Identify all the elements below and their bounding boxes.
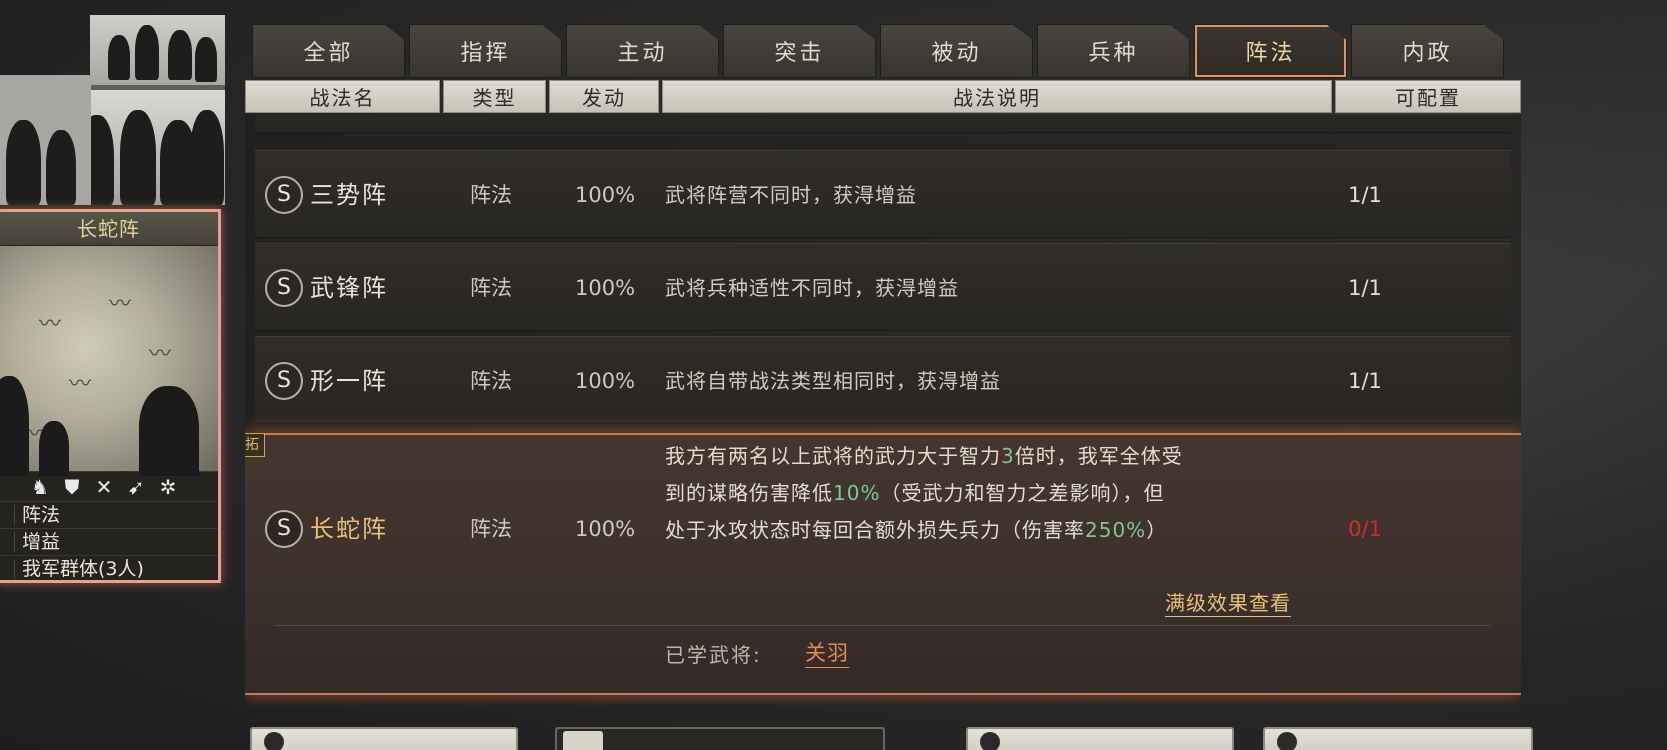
search-input[interactable] xyxy=(555,727,885,750)
header-name[interactable]: 战法名 xyxy=(245,80,440,113)
tactic-name: 形一阵 xyxy=(310,367,388,395)
spear-icon: ➹ xyxy=(127,474,145,499)
tactic-rate: 100% xyxy=(575,517,636,541)
soldier-banner xyxy=(90,15,225,205)
tactic-long-desc: 我方有两名以上武将的武力大于智力3倍时，我军全体受 到的谋略伤害降低10%（受武… xyxy=(665,444,1183,542)
card-illustration: 〰 〰 〰 〰 〰 xyxy=(0,246,218,476)
tab-command[interactable]: 指挥 xyxy=(409,24,562,78)
full-effect-link[interactable]: 满级效果查看 xyxy=(1165,587,1291,617)
tab-troop[interactable]: 兵种 xyxy=(1037,24,1190,78)
grade-s-icon: S xyxy=(265,176,303,214)
learned-general-link[interactable]: 关羽 xyxy=(805,637,849,668)
tactic-count: 1/1 xyxy=(1348,369,1382,393)
card-title: 长蛇阵 xyxy=(0,212,218,246)
tactic-type: 阵法 xyxy=(470,369,512,393)
tactic-desc: 武将阵营不同时，获淂增益 xyxy=(665,183,917,207)
tactic-name: 三势阵 xyxy=(310,181,388,209)
tactic-count: 1/1 xyxy=(1348,276,1382,300)
tactic-list[interactable]: S 三势阵 阵法 100% 武将阵营不同时，获淂增益 1/1 S 武锋阵 阵法 … xyxy=(245,115,1521,705)
selected-tactic-row[interactable]: 拓 S 长蛇阵 阵法 100% 我方有两名以上武将的武力大于智力3倍时，我军全体… xyxy=(245,433,1521,695)
card-type: 阵法 xyxy=(0,501,218,528)
tab-formation[interactable]: 阵法 xyxy=(1194,24,1347,78)
tactic-type: 阵法 xyxy=(470,276,512,300)
tactic-rate: 100% xyxy=(575,369,636,393)
tactic-type: 阵法 xyxy=(470,517,512,541)
table-row[interactable]: S 武锋阵 阵法 100% 武将兵种适性不同时，获淂增益 1/1 xyxy=(255,243,1511,331)
card-effect: 增益 xyxy=(0,528,218,555)
book-icon xyxy=(980,732,1000,750)
sort-icon xyxy=(1277,732,1297,750)
info-icon xyxy=(264,732,284,750)
header-trigger[interactable]: 发动 xyxy=(549,80,659,113)
bow-icon: ✕ xyxy=(95,474,113,499)
category-tabs: 全部 指挥 主动 突击 被动 兵种 阵法 内政 xyxy=(252,24,1508,78)
table-row[interactable]: S 三势阵 阵法 100% 武将阵营不同时，获淂增益 1/1 xyxy=(255,150,1511,238)
tab-internal[interactable]: 内政 xyxy=(1351,24,1504,78)
tactic-type: 阵法 xyxy=(470,183,512,207)
table-row[interactable]: S 形一阵 阵法 100% 武将自带战法类型相同时，获淂增益 1/1 xyxy=(255,336,1511,424)
header-type[interactable]: 类型 xyxy=(443,80,546,113)
card-target: 我军群体(3人) xyxy=(0,555,218,580)
grade-s-icon: S xyxy=(265,362,303,400)
header-config[interactable]: 可配置 xyxy=(1335,80,1521,113)
grade-s-icon: S xyxy=(265,269,303,307)
wheel-icon: ✲ xyxy=(159,474,177,499)
tab-all[interactable]: 全部 xyxy=(252,24,405,78)
tactic-count: 1/1 xyxy=(1348,183,1382,207)
tactic-name: 长蛇阵 xyxy=(310,515,388,543)
search-icon xyxy=(563,731,603,750)
horse-icon: ♞ xyxy=(31,474,49,499)
tactic-rate: 100% xyxy=(575,276,636,300)
grade-s-icon: S xyxy=(265,510,303,548)
divider xyxy=(275,625,1491,626)
tactic-desc: 武将自带战法类型相同时，获淂增益 xyxy=(665,369,1001,393)
tactic-count: 0/1 xyxy=(1348,517,1382,541)
header-description: 战法说明 xyxy=(662,80,1332,113)
tactic-rate: 100% xyxy=(575,183,636,207)
bottom-button-left[interactable] xyxy=(250,727,518,750)
tactic-card[interactable]: 长蛇阵 〰 〰 〰 〰 〰 ♞ ⛊ ✕ ➹ ✲ 阵法 增益 我军群体(3人) xyxy=(0,209,221,583)
tactic-name: 武锋阵 xyxy=(310,274,388,302)
tab-active[interactable]: 主动 xyxy=(566,24,719,78)
table-row-partial[interactable] xyxy=(255,115,1511,133)
tab-assault[interactable]: 突击 xyxy=(723,24,876,78)
bottom-button-right[interactable] xyxy=(1263,727,1533,750)
shield-icon: ⛊ xyxy=(64,474,80,499)
bottom-button-middle[interactable] xyxy=(966,727,1234,750)
tab-passive[interactable]: 被动 xyxy=(880,24,1033,78)
soldier-banner-left xyxy=(0,75,91,205)
expand-badge: 拓 xyxy=(245,433,265,457)
learned-label: 已学武将: xyxy=(665,643,762,667)
tactic-desc: 武将兵种适性不同时，获淂增益 xyxy=(665,276,959,300)
